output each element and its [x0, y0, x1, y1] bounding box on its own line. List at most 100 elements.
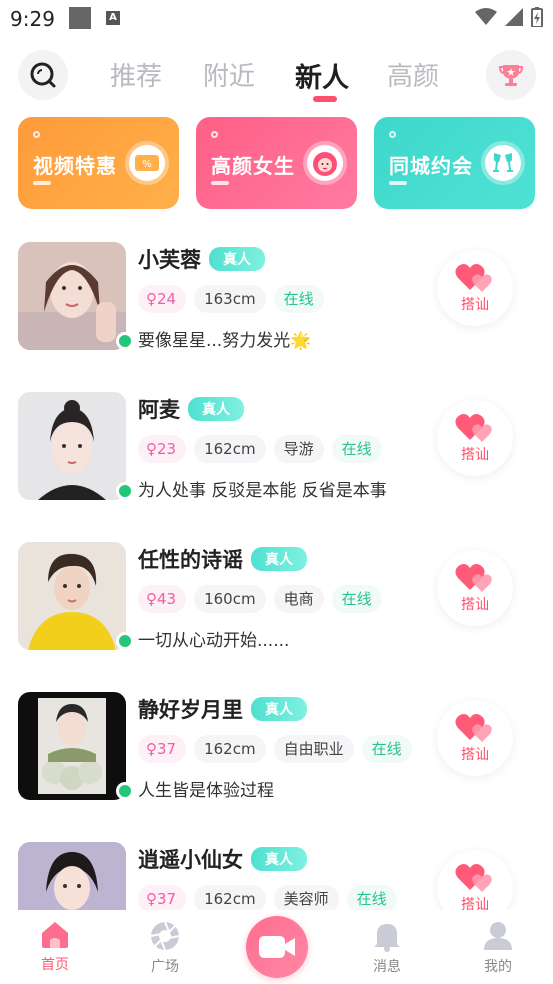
- search-button[interactable]: [18, 50, 68, 100]
- nav-label: 广场: [151, 959, 179, 975]
- female-icon: ♀: [146, 740, 157, 758]
- job-tag: 导游: [273, 435, 324, 463]
- greet-button[interactable]: 搭讪: [437, 400, 513, 476]
- user-name: 小芙蓉: [138, 248, 201, 272]
- female-icon: ♀: [146, 590, 157, 608]
- greet-button[interactable]: 搭讪: [437, 550, 513, 626]
- greet-button[interactable]: 搭讪: [437, 700, 513, 776]
- category-banners: 视频特惠 % 高颜女生 同城约会: [18, 117, 535, 209]
- verified-badge: 真人: [251, 847, 307, 871]
- nav-label: 首页: [41, 957, 69, 973]
- hearts-icon: [455, 414, 492, 442]
- female-icon: ♀: [146, 290, 157, 308]
- cheers-icon: [493, 153, 513, 172]
- nav-profile[interactable]: 我的: [458, 920, 538, 976]
- hearts-icon: [455, 564, 492, 592]
- age-tag: ♀43: [138, 585, 187, 613]
- signal-icon: [505, 8, 523, 26]
- female-icon: ♀: [146, 890, 157, 908]
- online-status-tag: 在线: [331, 435, 382, 463]
- verified-badge: 真人: [209, 247, 265, 271]
- verified-badge: 真人: [251, 697, 307, 721]
- user-bio: 为人处事 反驳是本能 反省是本事: [138, 481, 387, 501]
- list-item[interactable]: 任性的诗谣 真人 ♀43 160cm 电商 在线 一切从心动开始...... 搭…: [0, 540, 553, 690]
- age-tag: ♀37: [138, 885, 187, 910]
- nav-label: 消息: [373, 959, 401, 975]
- tab-top-looks[interactable]: 高颜: [387, 56, 439, 93]
- list-item[interactable]: 小芙蓉 真人 ♀24 163cm 在线 要像星星...努力发光🌟 搭讪: [0, 240, 553, 390]
- bottom-nav: 首页 广场 消息 我的: [0, 910, 553, 984]
- banner-title: 高颜女生: [211, 154, 295, 178]
- greet-button[interactable]: 搭讪: [437, 850, 513, 910]
- trophy-icon: [498, 65, 524, 86]
- list-item[interactable]: 静好岁月里 真人 ♀37 162cm 自由职业 在线 人生皆是体验过程 搭讪: [0, 690, 553, 840]
- nav-label: 我的: [484, 959, 512, 975]
- video-camera-icon: [259, 936, 295, 958]
- online-indicator: [116, 332, 134, 350]
- greet-button[interactable]: 搭讪: [437, 250, 513, 326]
- user-list: 小芙蓉 真人 ♀24 163cm 在线 要像星星...努力发光🌟 搭讪 阿麦 真…: [0, 238, 553, 910]
- online-status-tag: 在线: [273, 285, 324, 313]
- online-status-tag: 在线: [346, 885, 397, 910]
- status-bar: 9:29 A: [0, 0, 553, 36]
- status-icons: [475, 7, 543, 27]
- nav-square[interactable]: 广场: [125, 920, 205, 976]
- girl-avatar-icon: [313, 152, 337, 176]
- bell-icon: [374, 924, 400, 952]
- avatar[interactable]: [18, 242, 126, 350]
- job-tag: 电商: [273, 585, 324, 613]
- female-icon: ♀: [146, 440, 157, 458]
- avatar[interactable]: [18, 392, 126, 500]
- avatar[interactable]: [18, 542, 126, 650]
- home-icon: [42, 922, 68, 948]
- age-tag: ♀23: [138, 435, 187, 463]
- nav-messages[interactable]: 消息: [347, 920, 427, 976]
- trophy-button[interactable]: [486, 50, 536, 100]
- hearts-icon: [455, 264, 492, 292]
- coupon-icon: %: [135, 155, 159, 171]
- banner-title: 同城约会: [389, 154, 473, 178]
- age-tag: ♀24: [138, 285, 187, 313]
- user-tags: ♀24 163cm 在线: [138, 285, 324, 313]
- video-call-button[interactable]: [246, 916, 308, 978]
- status-time: 9:29: [10, 7, 55, 31]
- aperture-icon: [150, 921, 180, 951]
- notification-a-icon: A: [106, 11, 120, 25]
- hearts-icon: [455, 864, 492, 892]
- age-tag: ♀37: [138, 735, 187, 763]
- tab-nearby[interactable]: 附近: [203, 56, 255, 93]
- user-tags: ♀43 160cm 电商 在线: [138, 585, 382, 613]
- online-status-tag: 在线: [361, 735, 412, 763]
- user-tags: ♀37 162cm 自由职业 在线: [138, 735, 412, 763]
- banner-beauty-girls[interactable]: 高颜女生: [196, 117, 357, 209]
- avatar[interactable]: [18, 842, 126, 910]
- greet-label: 搭讪: [461, 747, 489, 763]
- height-tag: 162cm: [194, 435, 266, 463]
- height-tag: 162cm: [194, 885, 266, 910]
- job-tag: 美容师: [273, 885, 339, 910]
- list-item[interactable]: 逍遥小仙女 真人 ♀37 162cm 美容师 在线 搭讪: [0, 840, 553, 910]
- nav-home[interactable]: 首页: [15, 920, 95, 974]
- verified-badge: 真人: [188, 397, 244, 421]
- banner-title: 视频特惠: [33, 154, 117, 178]
- avatar[interactable]: [18, 692, 126, 800]
- battery-icon: [531, 7, 543, 27]
- user-bio: 要像星星...努力发光🌟: [138, 331, 312, 351]
- hearts-icon: [455, 714, 492, 742]
- tab-recommend[interactable]: 推荐: [110, 56, 162, 93]
- banner-local-dating[interactable]: 同城约会: [374, 117, 535, 209]
- online-indicator: [116, 632, 134, 650]
- list-item[interactable]: 阿麦 真人 ♀23 162cm 导游 在线 为人处事 反驳是本能 反省是本事 搭…: [0, 390, 553, 540]
- online-indicator: [116, 482, 134, 500]
- wifi-icon: [475, 8, 497, 25]
- user-name: 逍遥小仙女: [138, 848, 243, 872]
- greet-label: 搭讪: [461, 447, 489, 463]
- height-tag: 162cm: [194, 735, 266, 763]
- user-name: 任性的诗谣: [138, 548, 243, 572]
- greet-label: 搭讪: [461, 597, 489, 613]
- greet-label: 搭讪: [461, 897, 489, 910]
- height-tag: 160cm: [194, 585, 266, 613]
- banner-video-deals[interactable]: 视频特惠 %: [18, 117, 179, 209]
- notification-square-icon: [69, 7, 91, 29]
- tab-newcomers[interactable]: 新人: [295, 56, 349, 95]
